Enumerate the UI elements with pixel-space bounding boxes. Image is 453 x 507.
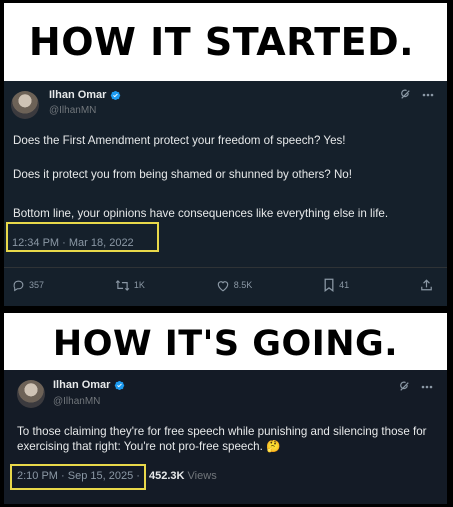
share-button[interactable] [420,278,433,292]
tweet-2022: Ilhan Omar @IlhanMN Does the First Amend… [4,81,447,306]
divider [4,267,447,268]
avatar[interactable] [17,380,45,408]
more-icon[interactable] [421,385,433,389]
tweet-text: To those claiming they're for free speec… [17,424,437,454]
reply-count: 357 [29,280,45,290]
more-icon[interactable] [422,93,434,97]
grok-icon[interactable] [398,380,411,393]
banner-top-text: HOW IT STARTED. [28,20,415,64]
retweet-button[interactable]: 1K [115,279,145,292]
tweet-timestamp[interactable]: 2:10 PM · Sep 15, 2025 · [17,470,140,482]
bookmark-count: 41 [339,280,350,290]
author-name-row: Ilhan Omar [53,379,125,391]
author-handle[interactable]: @IlhanMN [49,105,96,116]
tweet-action-bar: 357 1K 8.5K 41 [12,274,433,296]
retweet-count: 1K [133,280,145,290]
view-count[interactable]: 452.3K Views [149,470,217,482]
author-name[interactable]: Ilhan Omar [53,379,110,391]
tweet-paragraph-1: Does the First Amendment protect your fr… [13,134,346,147]
like-count: 8.5K [233,280,253,290]
tweet-corner-actions [398,380,433,393]
verified-badge-icon [111,90,121,100]
tweet-2025: Ilhan Omar @IlhanMN To those claiming th… [4,370,447,504]
share-icon [421,279,432,291]
bookmark-icon [324,278,334,292]
tweet-corner-actions [399,88,434,101]
grok-icon[interactable] [399,88,412,101]
banner-bottom-text: HOW IT'S GOING. [52,323,399,364]
like-button[interactable]: 8.5K [216,279,253,292]
tweet-paragraph-2: Does it protect you from being shamed or… [13,168,352,181]
tweet-text-content: To those claiming they're for free speec… [17,425,427,453]
author-name-row: Ilhan Omar [49,89,121,101]
tweet-paragraph-3: Bottom line, your opinions have conseque… [13,207,389,220]
verified-badge-icon [115,380,125,390]
like-icon [217,280,228,291]
avatar[interactable] [11,91,39,119]
thinking-face-emoji: 🤔 [266,440,281,453]
top-banner: HOW IT STARTED. [4,3,447,81]
views-number: 452.3K [149,470,185,482]
tweet-timestamp[interactable]: 12:34 PM · Mar 18, 2022 [12,237,134,249]
retweet-icon [115,279,130,291]
bookmark-button[interactable]: 41 [323,278,349,292]
reply-button[interactable]: 357 [12,279,44,292]
bottom-banner: HOW IT'S GOING. [4,313,447,370]
author-name[interactable]: Ilhan Omar [49,89,106,101]
author-handle[interactable]: @IlhanMN [53,396,100,407]
reply-icon [13,280,24,291]
views-label: Views [187,470,217,482]
